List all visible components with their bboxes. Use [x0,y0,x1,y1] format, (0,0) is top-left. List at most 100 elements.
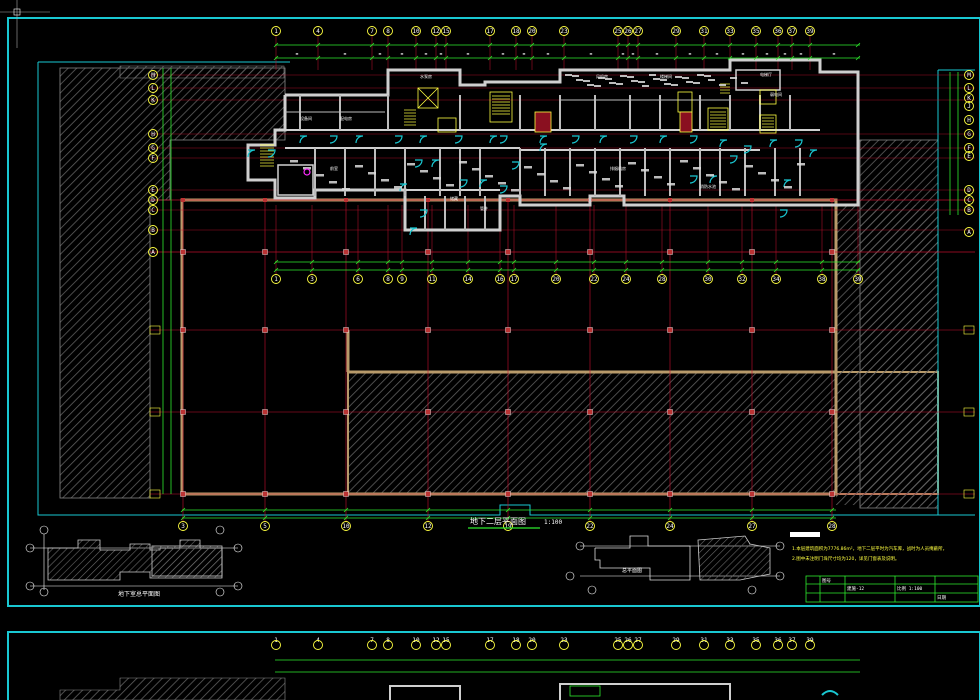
svg-text:34: 34 [772,276,780,283]
svg-text:39: 39 [806,28,814,35]
axis-bubble-top-17: 17 [485,26,495,36]
svg-text:C: C [967,197,971,204]
title-block-c4: 日期 [937,595,946,601]
svg-text:5: 5 [263,523,267,530]
svg-text:F: F [967,145,971,152]
svg-text:30: 30 [704,276,712,283]
svg-text:▬: ▬ [800,51,803,56]
svg-text:33: 33 [726,28,734,35]
svg-text:37: 37 [788,28,796,35]
drawing-title: 地下二层平面图 [470,516,526,526]
axis-bubble-mid-39: 39 [853,274,863,284]
axis-bubble-top-20: 20 [527,26,537,36]
axis-bubble-mid-3: 3 [307,274,317,284]
svg-text:K: K [151,97,155,104]
axis-bubble-mid-32: 32 [737,274,747,284]
drawing-scale: 1:100 [544,519,562,526]
svg-text:G: G [151,145,155,152]
axis-bubble-mid-34: 34 [771,274,781,284]
svg-text:8: 8 [386,28,390,35]
svg-text:▬: ▬ [296,51,299,56]
svg-text:A: A [151,249,155,256]
room-label: 电梯厅 [760,71,772,77]
axis-bubble-bottom-10: 10 [341,521,351,531]
site-plan: 总平面图 [565,535,785,595]
svg-text:16: 16 [496,276,504,283]
axis-bubble-bottom-27: 27 [747,521,757,531]
axis-bubble-mid-22: 22 [589,274,599,284]
svg-text:▬: ▬ [547,51,550,56]
svg-text:24: 24 [622,276,630,283]
svg-text:B: B [151,227,155,234]
axis-bubble-mid-1: 1 [271,274,281,284]
note-line-1: 1.本层建筑面积为7776.86m²，地下二层平时为汽车库，战时为人员掩蔽所， [792,545,947,552]
svg-text:H: H [967,117,971,124]
hatched-regions [59,65,939,509]
svg-text:M: M [967,72,971,79]
svg-text:1: 1 [274,276,278,283]
svg-text:1: 1 [274,28,278,35]
axis-bubble-top-10: 10 [411,26,421,36]
lower-sheet-bubbles: 1 4 7 8 10 12 15 17 18 20 23 25 26 27 29 31 33 35 36 37 39 [271,637,815,650]
room-label: 设备间 [300,115,312,121]
room-label: 储藏 [450,195,458,201]
svg-text:C: C [151,207,155,214]
svg-text:20: 20 [528,28,536,35]
svg-text:36: 36 [774,28,782,35]
svg-text:32: 32 [738,276,746,283]
svg-text:10: 10 [342,523,350,530]
svg-text:E: E [151,187,155,194]
svg-text:▬: ▬ [833,51,836,56]
site-plan-label: 总平面图 [622,567,642,574]
svg-text:3: 3 [310,276,314,283]
svg-text:G: G [967,131,971,138]
svg-text:22: 22 [586,523,594,530]
svg-text:4: 4 [316,28,320,35]
axis-bubble-bottom-5: 5 [260,521,270,531]
axis-bubble-mid-38: 38 [817,274,827,284]
room-label: 配电房 [340,115,352,121]
axis-bubble-right-H: H [964,115,974,125]
axis-bubble-mid-24: 24 [621,274,631,284]
axis-bubble-top-15: 15 [441,26,451,36]
svg-text:18: 18 [512,28,520,35]
axis-bubble-top-23: 23 [559,26,569,36]
axis-bubble-mid-6: 6 [353,274,363,284]
svg-text:D: D [151,197,155,204]
building-walls [246,58,860,232]
svg-text:17: 17 [510,276,518,283]
svg-text:17: 17 [486,28,494,35]
svg-text:28: 28 [658,276,666,283]
svg-text:24: 24 [666,523,674,530]
top-axis-bubbles: 1 4 7 8 10 12 15 17 18 20 23 25 26 27 29 31 33 35 36 37 39 [271,26,815,36]
axis-bubble-mid-16: 16 [495,274,505,284]
svg-text:▬: ▬ [689,51,692,56]
axis-bubble-mid-17: 17 [509,274,519,284]
axis-bubble-top-35: 35 [751,26,761,36]
svg-text:E: E [967,153,971,160]
axis-bubble-mid-11: 11 [427,274,437,284]
axis-bubble-mid-28: 28 [657,274,667,284]
axis-bubble-top-29: 29 [671,26,681,36]
axis-bubble-bottom-28: 28 [827,521,837,531]
svg-text:▬: ▬ [656,51,659,56]
svg-text:▬: ▬ [716,51,719,56]
axis-bubble-top-39: 39 [805,26,815,36]
stair-elevators [417,87,777,134]
svg-text:▬: ▬ [440,51,443,56]
right-axis-bubbles: MLKJHGFE DCB A [964,70,974,237]
svg-text:B: B [967,207,971,214]
lower-sheet-preview [59,659,860,700]
svg-text:8: 8 [386,276,390,283]
svg-text:38: 38 [818,276,826,283]
axis-bubble-right-J: J [964,101,974,111]
svg-text:▬: ▬ [590,51,593,56]
title-block-c2: 建施-12 [847,585,864,592]
axis-bubble-top-18: 18 [511,26,521,36]
svg-text:▬: ▬ [502,51,505,56]
svg-text:L: L [967,85,971,92]
axis-bubble-right-E: E [964,151,974,161]
svg-text:28: 28 [828,523,836,530]
svg-text:14: 14 [464,276,472,283]
axis-bubble-top-36: 36 [773,26,783,36]
